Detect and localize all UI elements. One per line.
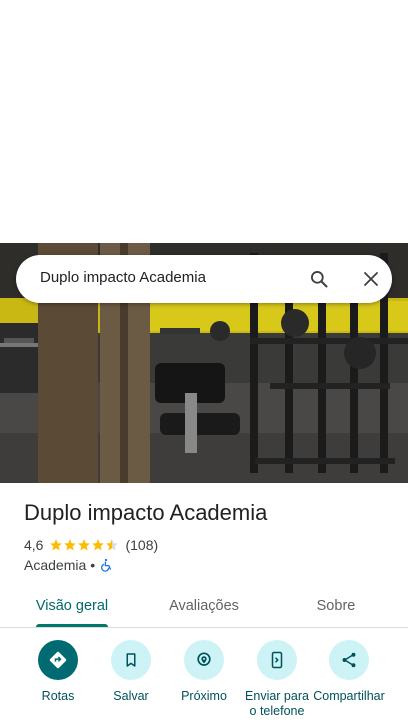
place-title: Duplo impacto Academia [24, 500, 268, 525]
rating-row[interactable]: 4,6 (108) [24, 536, 158, 554]
tab-reviews[interactable]: Avaliações [152, 585, 256, 627]
tab-overview[interactable]: Visão geral [24, 585, 120, 627]
tab-about[interactable]: Sobre [296, 585, 376, 627]
close-icon [364, 272, 378, 286]
separator-dot: • [90, 557, 96, 573]
directions-label: Rotas [41, 689, 75, 703]
directions-button[interactable]: Rotas [20, 640, 96, 704]
directions-button-circle[interactable] [38, 640, 78, 680]
bookmark-icon [126, 653, 136, 667]
place-category: Academia [24, 557, 87, 573]
nearby-label: Próximo [181, 689, 227, 703]
star-icon [92, 539, 105, 551]
save-button[interactable]: Salvar [93, 640, 169, 704]
share-button-circle[interactable] [329, 640, 369, 680]
rating-value: 4,6 [24, 537, 44, 553]
star-icon [64, 539, 77, 551]
share-button[interactable]: Compartilhar [311, 640, 387, 704]
search-query-text[interactable]: Duplo impacto Academia [40, 269, 206, 286]
category-row: Academia • [24, 556, 113, 574]
nearby-button[interactable]: Próximo [166, 640, 242, 704]
clear-search-button[interactable] [355, 263, 387, 295]
directions-icon [49, 651, 67, 669]
review-count[interactable]: (108) [125, 537, 158, 553]
map-blank-area [0, 0, 408, 243]
search-icon [311, 271, 328, 288]
star-icon [78, 539, 91, 551]
search-bar[interactable]: Duplo impacto Academia [16, 255, 392, 303]
nearby-icon [197, 652, 211, 666]
wheelchair-accessible-icon[interactable] [99, 558, 113, 572]
action-buttons: Rotas Salvar Próximo Enviar para o telef… [0, 640, 408, 726]
place-tabs: Visão geral Avaliações Sobre [0, 585, 408, 628]
nearby-button-circle[interactable] [184, 640, 224, 680]
share-icon [342, 652, 356, 668]
send-to-phone-button[interactable]: Enviar para o telefone [239, 640, 315, 719]
star-rating [49, 538, 119, 552]
half-star-icon [106, 539, 119, 551]
save-button-circle[interactable] [111, 640, 151, 680]
send-to-phone-label: Enviar para o telefone [245, 689, 309, 718]
active-tab-indicator [36, 624, 108, 627]
star-icon [50, 539, 63, 551]
search-button[interactable] [303, 263, 335, 295]
send-to-phone-button-circle[interactable] [257, 640, 297, 680]
share-label: Compartilhar [313, 689, 385, 703]
save-label: Salvar [113, 689, 149, 703]
send-to-phone-icon [271, 651, 283, 669]
